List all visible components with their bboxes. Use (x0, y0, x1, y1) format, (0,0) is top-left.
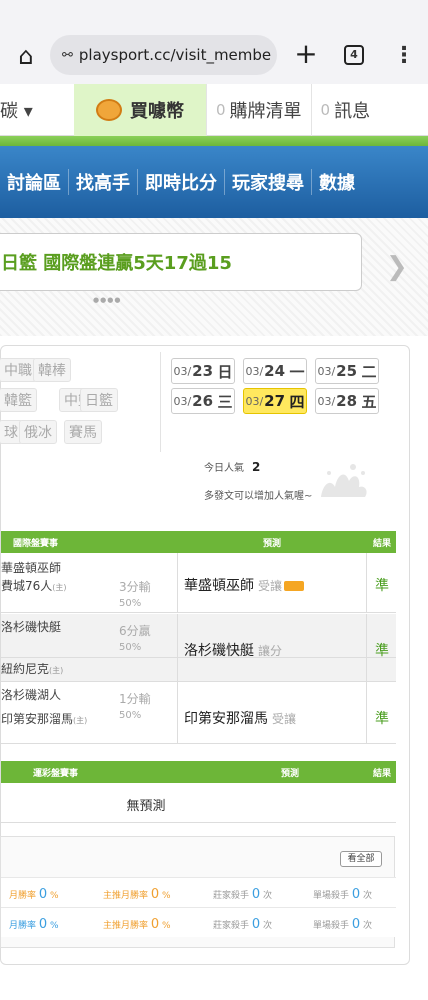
divider (160, 352, 161, 452)
coin-icon (96, 98, 122, 121)
match-teams: 華盛頓巫師 費城76人(主) (1, 561, 67, 593)
banner-area: 日籃 國際盤連贏5天17過15 ❯ ●●●● (0, 218, 428, 336)
hot-badge-icon (284, 581, 305, 591)
stats-row: 月勝率 0 % 主推月勝率 0 % 莊家殺手 0 次 單場殺手 0 次 (1, 877, 396, 907)
coin-label: 買噱幣 (130, 100, 184, 122)
message-count: 0 (320, 100, 331, 119)
table-row-cont: 紐約尼克(主) (1, 658, 396, 682)
handicap: 1分輸 50% (119, 692, 151, 721)
site-settings-icon[interactable]: ⚯ (62, 48, 73, 63)
url-text: playsport.cc/visit_membe (78, 46, 272, 64)
prediction: 洛杉磯快艇 讓分 (184, 643, 283, 659)
stat-single-killer: 單場殺手 0 次 (313, 917, 373, 932)
sport-tag[interactable]: 韓籃 (0, 388, 37, 412)
handicap: 6分贏 50% (119, 624, 151, 653)
user-bar: 碳 ▾ 買噱幣 0 購牌清單 0 訊息 (0, 83, 428, 136)
table-row: 華盛頓巫師 費城76人(主) 3分輸 50% 華盛頓巫師 受讓 準 (1, 553, 396, 613)
nav-live-score[interactable]: 即時比分 (138, 169, 225, 195)
message-link[interactable]: 0 訊息 (310, 83, 380, 136)
nav-forum[interactable]: 討論區 (0, 169, 69, 195)
splash-icon (321, 464, 367, 497)
stat-banker-killer: 莊家殺手 0 次 (213, 917, 273, 932)
sport-tag[interactable]: 俄冰 (19, 420, 57, 444)
prediction: 華盛頓巫師 受讓 (184, 575, 305, 595)
date-button-active[interactable]: 03/27 四 (243, 388, 307, 414)
date-button[interactable]: 03/26 三 (171, 388, 235, 414)
match-teams: 洛杉磯湖人 印第安那溜馬(主) (1, 688, 88, 726)
empty-row: 無預測 (1, 783, 396, 823)
new-tab-icon[interactable]: + (288, 36, 324, 72)
stat-main-monthly-win: 主推月勝率 0 % (103, 917, 171, 932)
table-row: 洛杉磯湖人 印第安那溜馬(主) 1分輸 50% 印第安那溜馬 受讓 準 (1, 682, 396, 744)
nav-player-search[interactable]: 玩家搜尋 (225, 169, 312, 195)
address-bar[interactable]: ⚯ playsport.cc/visit_membe (50, 35, 277, 75)
sport-tag[interactable]: 賽馬 (64, 420, 102, 444)
tab-switcher-button[interactable]: 4 (344, 45, 364, 65)
buy-coin-button[interactable]: 買噱幣 (74, 83, 206, 136)
date-button[interactable]: 03/24 一 (243, 358, 307, 384)
stat-single-killer: 單場殺手 0 次 (313, 887, 373, 902)
stats-box: 看全部 月勝率 0 % 主推月勝率 0 % 莊家殺手 0 次 單場殺手 0 次 … (0, 836, 396, 948)
main-nav: 討論區 找高手 即時比分 玩家搜尋 數據 (0, 146, 428, 218)
lottery-table-header: 運彩盤賽事 預測 結果 (1, 761, 396, 783)
user-menu[interactable]: 碳 ▾ (0, 97, 74, 123)
result: 準 (375, 643, 389, 659)
nav-data[interactable]: 數據 (312, 169, 362, 195)
stat-banker-killer: 莊家殺手 0 次 (213, 887, 273, 902)
popularity-value: 2 (252, 460, 261, 474)
stat-monthly-win: 月勝率 0 % (9, 917, 59, 932)
sport-tag[interactable]: 中職 (0, 358, 37, 382)
intl-table-header: 國際盤賽事 預測 結果 (1, 531, 396, 553)
cart-count: 0 (216, 100, 226, 119)
date-button[interactable]: 03/28 五 (315, 388, 379, 414)
stat-main-monthly-win: 主推月勝率 0 % (103, 887, 171, 902)
result: 準 (375, 578, 389, 594)
handicap: 3分輸 50% (119, 580, 151, 609)
match-teams: 洛杉磯快艇 (1, 620, 62, 634)
carousel-dots: ●●●● (93, 296, 122, 304)
prediction: 印第安那溜馬 受讓 (184, 711, 297, 727)
date-button[interactable]: 03/25 二 (315, 358, 379, 384)
result: 準 (375, 711, 389, 727)
see-all-button[interactable]: 看全部 (340, 851, 382, 867)
cart-link[interactable]: 0 購牌清單 (206, 83, 311, 136)
promo-banner[interactable]: 日籃 國際盤連贏5天17過15 (0, 233, 362, 291)
chevron-right-icon[interactable]: ❯ (386, 252, 408, 282)
green-stripe (0, 136, 428, 146)
banner-text: 日籃 國際盤連贏5天17過15 (1, 253, 232, 274)
stat-monthly-win: 月勝率 0 % (9, 887, 59, 902)
popularity-label: 今日人氣 2 (204, 460, 261, 474)
table-row: 洛杉磯快艇 6分贏 50% 洛杉磯快艇 讓分 準 (1, 614, 396, 659)
nav-find-expert[interactable]: 找高手 (69, 169, 138, 195)
popularity-hint: 多發文可以增加人氣喔~ (204, 491, 313, 502)
sport-tag[interactable]: 韓棒 (33, 358, 71, 382)
date-button[interactable]: 03/23 日 (171, 358, 235, 384)
message-label: 訊息 (334, 100, 371, 122)
cart-label: 購牌清單 (229, 100, 302, 122)
more-menu-icon[interactable]: ⋮ (392, 38, 416, 74)
stats-row: 月勝率 0 % 主推月勝率 0 % 莊家殺手 0 次 單場殺手 0 次 (1, 907, 396, 937)
home-icon[interactable]: ⌂ (8, 38, 44, 74)
match-teams: 紐約尼克(主) (1, 662, 64, 676)
no-prediction-text: 無預測 (126, 799, 166, 814)
sport-tag[interactable]: 日籃 (80, 388, 118, 412)
